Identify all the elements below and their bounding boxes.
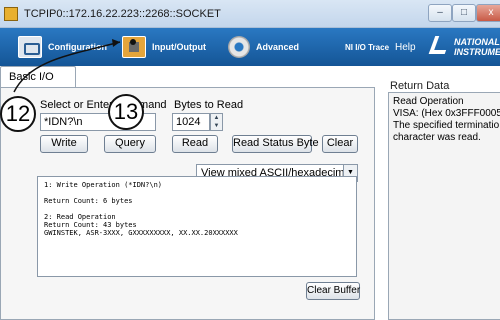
ni-logo-text: NATIONAL INSTRUMEN	[454, 37, 500, 57]
write-button[interactable]: Write	[40, 135, 88, 153]
read-button[interactable]: Read	[172, 135, 218, 153]
clear-button[interactable]: Clear	[322, 135, 358, 153]
configuration-icon	[18, 36, 42, 58]
ni-logo-line1: NATIONAL	[454, 37, 500, 47]
bytes-to-read-input[interactable]: 1024	[172, 113, 210, 131]
bytes-spinner[interactable]: ▲ ▼	[210, 113, 223, 131]
advanced-label: Advanced	[256, 42, 300, 52]
spin-up-icon[interactable]: ▲	[211, 114, 222, 122]
minimize-button[interactable]: –	[428, 4, 452, 22]
query-button[interactable]: Query	[104, 135, 156, 153]
log-line: Return Count: 43 bytes	[44, 221, 137, 229]
input-output-button[interactable]: Input/Output	[122, 33, 206, 61]
log-line: 1: Write Operation (*IDN?\n)	[44, 181, 163, 189]
gear-icon	[228, 36, 250, 58]
return-data-line: VISA: (Hex 0x3FFF0005)	[393, 108, 500, 119]
command-label: Select or Enter Command	[40, 99, 167, 111]
toolbar: Configuration Input/Output Advanced NI I…	[0, 28, 500, 66]
callout-12: 12	[0, 96, 36, 132]
return-data-line: The specified terminatio	[393, 120, 500, 131]
ni-eagle-icon	[428, 36, 452, 54]
input-output-label: Input/Output	[152, 42, 206, 52]
bytes-to-read-label: Bytes to Read	[174, 99, 244, 111]
app-icon	[4, 7, 18, 21]
output-log: 1: Write Operation (*IDN?\n) Return Coun…	[37, 176, 357, 277]
input-output-icon	[122, 36, 146, 58]
ni-logo-line2: INSTRUMEN	[454, 47, 500, 57]
log-line: Return Count: 6 bytes	[44, 197, 133, 205]
ni-logo: NATIONAL INSTRUMEN	[428, 34, 500, 60]
clear-buffer-button[interactable]: Clear Buffer	[306, 282, 360, 300]
read-status-byte-button[interactable]: Read Status Byte	[232, 135, 319, 153]
tab-basic-io[interactable]: Basic I/O	[0, 66, 76, 88]
close-button[interactable]: x	[476, 4, 500, 22]
title-bar: TCPIP0::172.16.22.223::2268::SOCKET – □ …	[0, 0, 500, 28]
configuration-button[interactable]: Configuration	[18, 33, 107, 61]
advanced-button[interactable]: Advanced	[228, 33, 299, 61]
help-button[interactable]: Help	[395, 33, 416, 61]
window-title: TCPIP0::172.16.22.223::2268::SOCKET	[24, 8, 221, 20]
return-data-line: character was read.	[393, 132, 481, 143]
spin-down-icon[interactable]: ▼	[211, 122, 222, 130]
return-data-line: Read Operation	[393, 96, 464, 107]
log-line: 2: Read Operation	[44, 213, 116, 221]
ni-io-trace-button[interactable]: NI I/O Trace	[345, 33, 389, 61]
callout-13: 13	[108, 94, 144, 130]
log-line: GWINSTEK, ASR-3XXX, GXXXXXXXXX, XX.XX.20…	[44, 229, 238, 237]
configuration-label: Configuration	[48, 42, 107, 52]
return-data-label: Return Data	[390, 80, 450, 92]
maximize-button[interactable]: □	[452, 4, 476, 22]
return-data-box: Read Operation VISA: (Hex 0x3FFF0005) Th…	[388, 92, 500, 320]
